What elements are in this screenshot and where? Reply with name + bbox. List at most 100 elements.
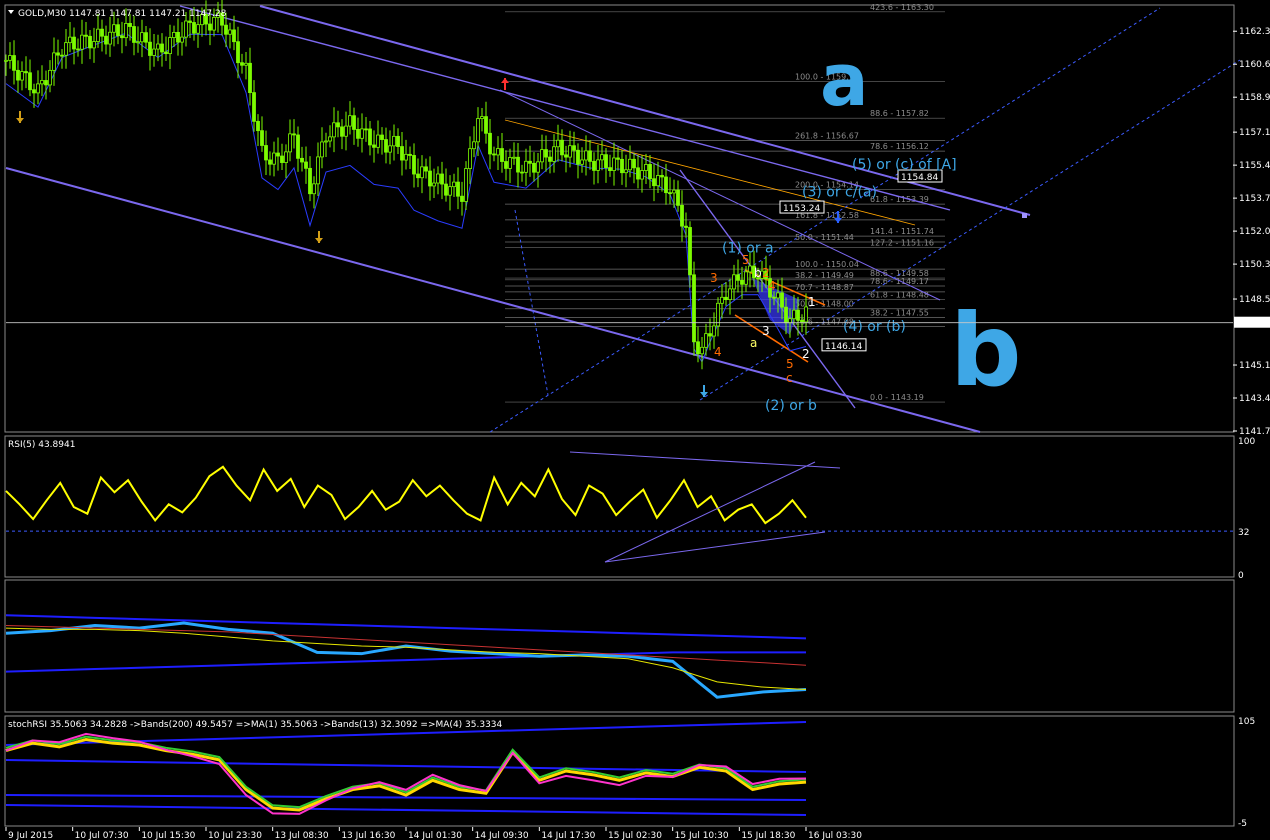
candle-body bbox=[44, 80, 48, 86]
fib-label: 38.2 - 1147.55 bbox=[870, 308, 929, 317]
candle-body bbox=[4, 59, 8, 62]
candle-body bbox=[84, 34, 88, 37]
candle-body bbox=[76, 48, 80, 51]
candle-body bbox=[256, 120, 260, 132]
fibonacci-levels: 423.6 - 1163.30100.0 - 1159.7088.6 - 115… bbox=[505, 3, 945, 403]
candle-body bbox=[428, 170, 432, 187]
candle-body bbox=[132, 26, 136, 43]
indicator-panel[interactable] bbox=[4, 579, 1235, 713]
candle-body bbox=[620, 158, 624, 174]
candle-body bbox=[352, 115, 356, 130]
rsi-trend-line bbox=[604, 461, 816, 563]
candle-body bbox=[8, 55, 12, 61]
chevron-down-icon[interactable] bbox=[8, 10, 14, 14]
fib-label: 100.0 - 1150.04 bbox=[795, 260, 859, 269]
candle-body bbox=[700, 346, 704, 355]
fib-label: 141.4 - 1151.74 bbox=[870, 227, 934, 236]
price-tick-label: 1152.0 bbox=[1239, 227, 1270, 237]
candle-body bbox=[512, 156, 516, 159]
candle-body bbox=[456, 181, 460, 197]
wave-small-label: 3 bbox=[762, 324, 770, 338]
candle-body bbox=[780, 292, 784, 308]
candle-body bbox=[440, 173, 444, 185]
trend-channels bbox=[5, 5, 1241, 433]
rsi-panel[interactable]: 100 32 0 RSI(5) 43.8941 bbox=[4, 435, 1255, 581]
candle-body bbox=[268, 159, 272, 165]
candle-body bbox=[108, 31, 112, 45]
wave-small-label: a bbox=[750, 336, 757, 350]
candle-body bbox=[372, 144, 376, 148]
candle-body bbox=[92, 41, 96, 49]
indicator-line bbox=[5, 627, 807, 691]
candle-body bbox=[56, 52, 60, 56]
candle-body bbox=[276, 152, 280, 157]
candle-body bbox=[376, 134, 380, 148]
price-tick-label: 1145.1 bbox=[1239, 361, 1270, 371]
fib-label: 78.6 - 1156.12 bbox=[870, 142, 929, 151]
candle-body bbox=[504, 161, 508, 169]
rsi-tick-label: 0 bbox=[1238, 571, 1244, 581]
candle-body bbox=[776, 292, 780, 299]
time-tick-label: 15 Jul 10:30 bbox=[675, 831, 729, 840]
candle-body bbox=[292, 133, 296, 136]
fib-label: 70.7 - 1148.87 bbox=[795, 283, 854, 292]
candle-body bbox=[500, 148, 504, 162]
price-tick-label: 1153.7 bbox=[1239, 194, 1270, 204]
candle-body bbox=[672, 189, 676, 194]
fib-label: 423.6 - 1163.30 bbox=[870, 3, 934, 12]
stoch-line bbox=[5, 732, 807, 815]
main-price-panel[interactable]: 423.6 - 1163.30100.0 - 1159.7088.6 - 115… bbox=[4, 0, 1270, 437]
price-box-label: 1153.24 bbox=[783, 204, 820, 214]
wave-small-label: 5 bbox=[742, 253, 750, 267]
candle-body bbox=[400, 146, 404, 161]
candle-body bbox=[584, 150, 588, 161]
candle-body bbox=[272, 152, 276, 165]
handwritten-b-label: b bbox=[950, 292, 1022, 409]
line-anchor-handle bbox=[1022, 213, 1027, 218]
candle-body bbox=[80, 34, 84, 50]
candle-body bbox=[32, 89, 36, 94]
candle-body bbox=[404, 153, 408, 161]
candle-body bbox=[648, 164, 652, 180]
candle-body bbox=[484, 116, 488, 134]
candle-body bbox=[340, 126, 344, 137]
wave-small-label: 2 bbox=[762, 266, 770, 280]
indicator-series bbox=[5, 614, 807, 699]
price-tick-label: 1160.6 bbox=[1239, 60, 1270, 70]
candle-body bbox=[156, 43, 160, 50]
rsi-panel-frame bbox=[4, 435, 1235, 578]
fib-label: 127.2 - 1151.16 bbox=[870, 238, 934, 247]
price-candles bbox=[4, 0, 808, 370]
wave-labels: (5) or (c) of [A](3) or c/(a)(1) or a(4)… bbox=[16, 38, 1022, 414]
candle-body bbox=[332, 122, 336, 138]
price-tick-label: 1158.9 bbox=[1239, 93, 1270, 103]
candle-body bbox=[232, 29, 236, 43]
wave-small-label: 3 bbox=[710, 271, 718, 285]
symbol-header: GOLD,M30 1147.81 1147.81 1147.21 1147.28 bbox=[18, 9, 227, 19]
candle-body bbox=[316, 156, 320, 185]
trading-chart[interactable]: 423.6 - 1163.30100.0 - 1159.7088.6 - 115… bbox=[0, 0, 1270, 840]
candle-body bbox=[788, 318, 792, 324]
stoch-band bbox=[5, 804, 807, 816]
candle-body bbox=[552, 146, 556, 162]
price-tick-label: 1150.3 bbox=[1239, 260, 1270, 270]
candle-body bbox=[396, 135, 400, 147]
candle-body bbox=[684, 225, 688, 228]
stochrsi-panel[interactable]: 105 -5 stochRSI 35.5063 34.2828 ->Bands(2… bbox=[4, 715, 1255, 829]
candle-body bbox=[624, 169, 628, 174]
candle-body bbox=[784, 306, 788, 324]
stoch-tick-label: 105 bbox=[1238, 717, 1255, 727]
fib-label: 61.8 - 1148.48 bbox=[870, 290, 929, 299]
candle-body bbox=[596, 159, 600, 171]
candle-body bbox=[656, 175, 660, 187]
price-tick-label: 1148.5 bbox=[1239, 295, 1270, 305]
candle-body bbox=[468, 148, 472, 169]
rsi-trend-line bbox=[569, 451, 841, 469]
candle-body bbox=[772, 296, 776, 299]
wave-small-label: c bbox=[786, 371, 793, 385]
candle-body bbox=[12, 55, 16, 71]
candle-body bbox=[556, 139, 560, 148]
candle-body bbox=[140, 32, 144, 43]
candle-body bbox=[336, 122, 340, 128]
candle-body bbox=[360, 128, 364, 139]
